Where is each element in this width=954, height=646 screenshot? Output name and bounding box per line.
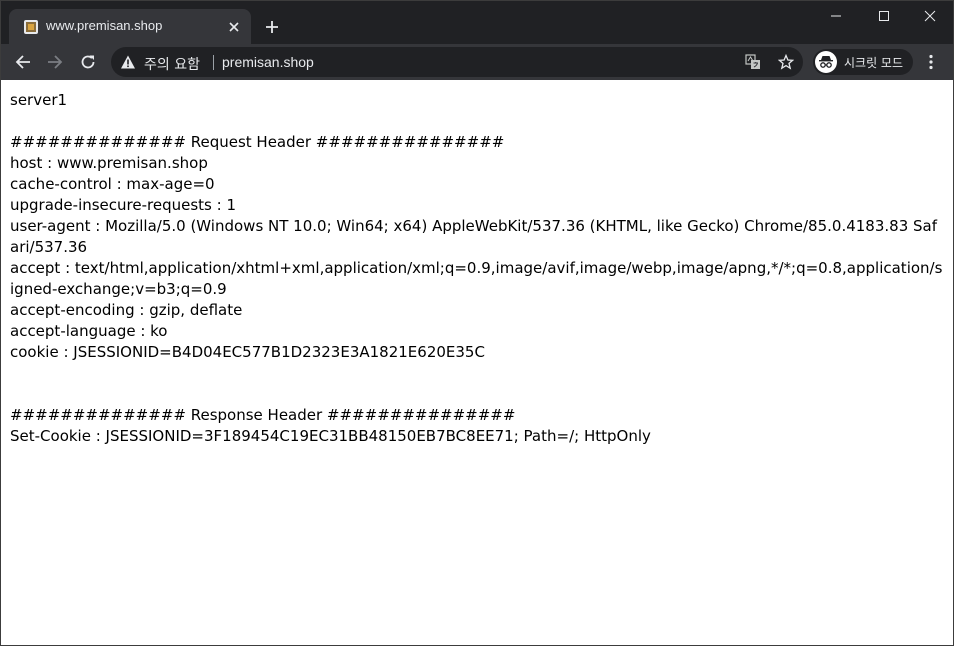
star-icon[interactable] (777, 53, 795, 71)
warning-icon[interactable] (120, 54, 136, 70)
maximize-button[interactable] (861, 1, 907, 31)
server-name: server1 (10, 91, 68, 109)
close-icon (924, 10, 936, 22)
back-button[interactable] (9, 48, 37, 76)
browser-window: www.premisan.shop 주의 요함 premisan.shop 시크… (0, 0, 954, 646)
request-header-title: ############## Request Header ##########… (10, 133, 505, 151)
arrow-right-icon (48, 55, 63, 69)
tab-title: www.premisan.shop (46, 18, 163, 33)
menu-button[interactable] (921, 52, 941, 72)
minimize-icon (831, 15, 841, 17)
minimize-button[interactable] (813, 1, 859, 31)
forward-button[interactable] (41, 48, 69, 76)
more-vert-icon (929, 54, 933, 70)
favicon-icon (23, 19, 39, 35)
header-line-cookie: cookie : JSESSIONID=B4D04EC577B1D2323E3A… (10, 343, 485, 361)
address-bar[interactable]: 주의 요함 premisan.shop (111, 47, 803, 77)
maximize-icon (879, 11, 889, 21)
toolbar: 주의 요함 premisan.shop 시크릿 모드 (1, 44, 953, 80)
reload-button[interactable] (74, 48, 102, 76)
header-line-host: host : www.premisan.shop (10, 154, 208, 172)
response-header-title: ############## Response Header #########… (10, 406, 516, 424)
tab-close-icon[interactable] (225, 18, 243, 36)
url-text[interactable]: premisan.shop (222, 54, 314, 70)
header-line-user-agent: user-agent : Mozilla/5.0 (Windows NT 10.… (10, 217, 938, 256)
incognito-profile-button[interactable]: 시크릿 모드 (813, 49, 913, 75)
page-content: server1 ############## Request Header ##… (10, 90, 946, 447)
tab-strip: www.premisan.shop (1, 1, 953, 44)
header-line-accept: accept : text/html,application/xhtml+xml… (10, 259, 943, 298)
header-line-set-cookie: Set-Cookie : JSESSIONID=3F189454C19EC31B… (10, 427, 651, 445)
header-line-cache-control: cache-control : max-age=0 (10, 175, 215, 193)
close-window-button[interactable] (907, 1, 953, 31)
tab-active[interactable]: www.premisan.shop (9, 9, 251, 44)
plus-icon (266, 21, 278, 33)
header-line-accept-encoding: accept-encoding : gzip, deflate (10, 301, 243, 319)
incognito-label: 시크릿 모드 (844, 56, 904, 70)
divider (213, 55, 214, 70)
header-line-upgrade-insecure-requests: upgrade-insecure-requests : 1 (10, 196, 236, 214)
reload-icon (81, 55, 95, 69)
incognito-icon (815, 51, 837, 73)
translate-icon[interactable] (744, 53, 762, 71)
new-tab-button[interactable] (261, 16, 283, 38)
header-line-accept-language: accept-language : ko (10, 322, 168, 340)
arrow-left-icon (15, 55, 30, 69)
security-status-label[interactable]: 주의 요함 (144, 54, 200, 74)
